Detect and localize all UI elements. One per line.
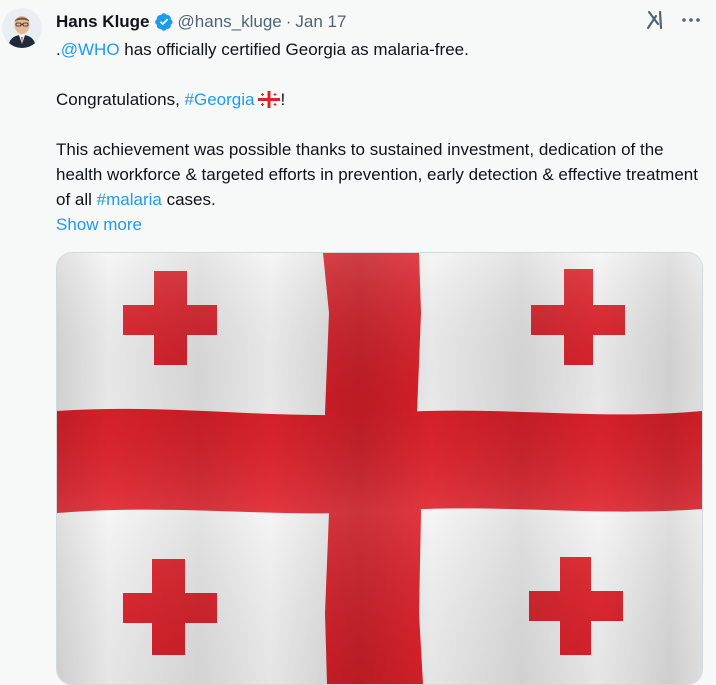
tweet-line-3: This achievement was possible thanks to … bbox=[56, 137, 706, 212]
author-name[interactable]: Hans Kluge bbox=[56, 12, 150, 32]
georgia-flag-icon bbox=[258, 90, 281, 109]
hashtag-georgia-link[interactable]: #Georgia bbox=[185, 90, 255, 109]
text-segment: cases. bbox=[161, 190, 216, 209]
tweet-line-2: Congratulations, #Georgia! bbox=[56, 87, 706, 112]
author-handle[interactable]: @hans_kluge bbox=[178, 12, 282, 32]
verified-badge-icon[interactable] bbox=[154, 12, 174, 32]
grok-icon[interactable] bbox=[644, 8, 668, 32]
avatar[interactable] bbox=[2, 8, 42, 48]
text-segment: Congratulations, bbox=[56, 90, 185, 109]
hashtag-malaria-link[interactable]: #malaria bbox=[97, 190, 162, 209]
text-segment: ! bbox=[280, 90, 286, 109]
tweet-date[interactable]: Jan 17 bbox=[295, 12, 346, 32]
avatar-image bbox=[2, 8, 42, 48]
georgia-flag-image bbox=[57, 253, 702, 684]
tweet-media-image[interactable] bbox=[56, 252, 703, 685]
mention-link[interactable]: @WHO bbox=[61, 40, 120, 59]
more-options-icon[interactable] bbox=[680, 9, 702, 31]
tweet-actions-top bbox=[644, 8, 702, 32]
separator-dot: · bbox=[285, 12, 292, 31]
tweet-header: Hans Kluge @hans_kluge · Jan 17 bbox=[56, 10, 346, 34]
tweet[interactable]: Hans Kluge @hans_kluge · Jan 17 .@WHO ha… bbox=[0, 0, 716, 685]
tweet-line-1: .@WHO has officially certified Georgia a… bbox=[56, 37, 706, 62]
text-segment: has officially certified Georgia as mala… bbox=[119, 40, 469, 59]
tweet-text: .@WHO has officially certified Georgia a… bbox=[56, 37, 706, 237]
show-more-link[interactable]: Show more bbox=[56, 212, 706, 237]
